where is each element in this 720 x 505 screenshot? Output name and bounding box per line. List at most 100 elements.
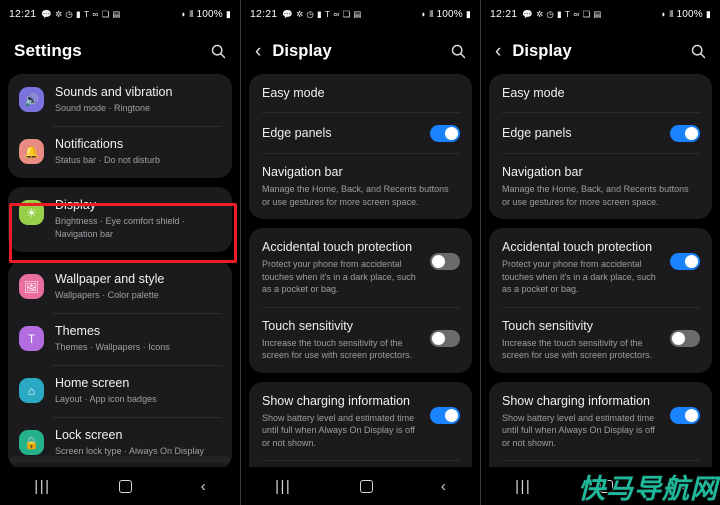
sidebar-item-sounds-and-vibration[interactable]: 🔊 Sounds and vibration Sound mode · Ring… — [8, 74, 232, 126]
gear-icon: ✲ — [296, 8, 304, 19]
toggle-show-charging-information[interactable] — [430, 406, 460, 424]
back-arrow-icon[interactable]: ‹ — [255, 42, 261, 61]
row-subtitle: Manage the Home, Back, and Recents butto… — [262, 184, 449, 207]
sidebar-item-themes[interactable]: T Themes Themes · Wallpapers · Icons — [8, 313, 232, 365]
home-icon: ⌂ — [19, 378, 44, 403]
row-easy-mode[interactable]: Easy mode — [249, 74, 472, 112]
image-icon: 🖼 — [19, 274, 44, 299]
row-easy-mode[interactable]: Easy mode — [489, 74, 712, 112]
row-title: Edge panels — [262, 125, 332, 140]
phone-screen-display-on: 12:21 💬 ✲ ◷ ▮ T ∞ ❏ ▤ ◗ ⦀ 100% ▮ ‹ Displ… — [480, 0, 720, 505]
back-button[interactable]: ‹ — [201, 479, 206, 494]
screenshot-root: 12:21 💬 ✲ ◷ ▮ T ∞ ❏ ▤ ◗ ⦀ 100% ▮ Setting… — [0, 0, 720, 505]
home-button[interactable] — [119, 479, 133, 493]
display-group-1: Easy mode Edge panels Navigation bar Man… — [489, 74, 712, 219]
row-title: Show charging information — [502, 393, 650, 408]
speaker-icon: 🔊 — [19, 87, 44, 112]
home-button[interactable] — [359, 479, 373, 493]
row-touch-sensitivity[interactable]: Touch sensitivity Increase the touch sen… — [249, 306, 472, 373]
row-screen-saver[interactable]: Screen saver — [249, 460, 472, 467]
wifi-icon: ◗ — [180, 9, 187, 19]
sidebar-item-display[interactable]: ☀ Display Brightness · Eye comfort shiel… — [8, 187, 232, 252]
bell-icon: 🔔 — [19, 139, 44, 164]
status-bar: 12:21 💬 ✲ ◷ ▮ T ∞ ❏ ▤ ◗ ⦀ 100% ▮ — [0, 0, 240, 28]
search-button[interactable] — [451, 44, 466, 59]
toggle-edge-panels[interactable] — [430, 125, 460, 142]
search-icon — [451, 44, 466, 58]
signal-icon: ⦀ — [429, 8, 434, 19]
status-bar-time: 12:21 — [250, 8, 278, 20]
theme-icon: T — [19, 326, 44, 351]
gear-icon: ✲ — [536, 8, 544, 19]
infinity-icon: ∞ — [573, 8, 580, 19]
bag-icon: ▮ — [317, 8, 322, 19]
battery-level: 100% — [676, 8, 703, 20]
search-button[interactable] — [691, 44, 706, 59]
scroll-handle[interactable] — [10, 456, 230, 463]
toggle-touch-sensitivity[interactable] — [670, 329, 700, 347]
phone-screen-settings: 12:21 💬 ✲ ◷ ▮ T ∞ ❏ ▤ ◗ ⦀ 100% ▮ Setting… — [0, 0, 240, 505]
settings-title-bar: Settings — [0, 28, 240, 74]
toggle-accidental-touch-protection[interactable] — [670, 253, 700, 270]
search-icon — [211, 44, 226, 58]
settings-group: 🖼 Wallpaper and style Wallpapers · Color… — [8, 261, 232, 467]
back-arrow-icon[interactable]: ‹ — [495, 42, 501, 61]
row-subtitle: Show battery level and estimated time un… — [502, 412, 655, 448]
status-bar: 12:21 💬 ✲ ◷ ▮ T ∞ ❏ ▤ ◗ ⦀ 100% ▮ — [241, 0, 480, 28]
copy-icon: ❏ — [101, 8, 110, 19]
row-show-charging-information[interactable]: Show charging information Show battery l… — [489, 382, 712, 461]
sidebar-item-home-screen[interactable]: ⌂ Home screen Layout · App icon badges — [8, 365, 232, 417]
row-accidental-touch-protection[interactable]: Accidental touch protection Protect your… — [249, 228, 472, 307]
back-button[interactable]: ‹ — [441, 479, 446, 494]
list-item-title: Home screen — [55, 376, 130, 390]
search-button[interactable] — [211, 44, 226, 59]
row-title: Easy mode — [262, 86, 325, 100]
list-item-title: Sounds and vibration — [55, 85, 173, 99]
row-show-charging-information[interactable]: Show charging information Show battery l… — [249, 382, 472, 461]
bag-icon: ▮ — [76, 8, 81, 19]
wifi-icon: ◗ — [660, 9, 667, 19]
row-navigation-bar[interactable]: Navigation bar Manage the Home, Back, an… — [489, 153, 712, 219]
row-touch-sensitivity[interactable]: Touch sensitivity Increase the touch sen… — [489, 306, 712, 373]
search-icon — [691, 44, 706, 58]
alarm-icon: ◷ — [306, 8, 315, 19]
status-bar-icons: 💬 ✲ ◷ ▮ T ∞ ❏ ▤ — [282, 10, 361, 19]
photo-icon: ▤ — [593, 8, 602, 19]
page-title: Display — [272, 41, 332, 60]
toggle-touch-sensitivity[interactable] — [430, 329, 460, 347]
page-title: Display — [512, 41, 572, 60]
row-subtitle: Increase the touch sensitivity of the sc… — [262, 337, 413, 361]
display-settings-list[interactable]: Easy mode Edge panels Navigation bar Man… — [481, 74, 720, 467]
recents-button[interactable]: ||| — [275, 479, 291, 494]
sidebar-item-wallpaper-and-style[interactable]: 🖼 Wallpaper and style Wallpapers · Color… — [8, 261, 232, 313]
status-bar-right: ◗ ⦀ 100% ▮ — [421, 9, 471, 20]
status-bar: 12:21 💬 ✲ ◷ ▮ T ∞ ❏ ▤ ◗ ⦀ 100% ▮ — [481, 0, 720, 28]
t-mobile-icon: T — [83, 8, 90, 19]
row-accidental-touch-protection[interactable]: Accidental touch protection Protect your… — [489, 228, 712, 307]
display-group-3: Show charging information Show battery l… — [489, 381, 712, 467]
recents-button[interactable]: ||| — [515, 479, 531, 494]
list-item-subtitle: Wallpapers · Color palette — [55, 290, 159, 300]
toggle-show-charging-information[interactable] — [670, 406, 700, 424]
message-icon: 💬 — [522, 8, 534, 19]
row-title: Accidental touch protection — [262, 240, 413, 254]
sidebar-item-notifications[interactable]: 🔔 Notifications Status bar · Do not dist… — [8, 126, 232, 178]
settings-group-display: ☀ Display Brightness · Eye comfort shiel… — [8, 187, 232, 252]
toggle-edge-panels[interactable] — [670, 125, 700, 142]
display-settings-list[interactable]: Easy mode Edge panels Navigation bar Man… — [241, 74, 480, 467]
system-navigation-bar: ||| ‹ — [241, 467, 480, 505]
phone-screen-display-off: 12:21 💬 ✲ ◷ ▮ T ∞ ❏ ▤ ◗ ⦀ 100% ▮ ‹ Displ… — [240, 0, 480, 505]
display-group-1: Easy mode Edge panels Navigation bar Man… — [249, 74, 472, 219]
settings-list[interactable]: 🔊 Sounds and vibration Sound mode · Ring… — [0, 74, 240, 467]
toggle-accidental-touch-protection[interactable] — [430, 253, 460, 270]
row-screen-saver[interactable]: Screen saver — [489, 460, 712, 467]
list-item-subtitle: Status bar · Do not disturb — [55, 155, 161, 165]
status-bar-time: 12:21 — [9, 8, 37, 20]
message-icon: 💬 — [41, 8, 53, 19]
row-edge-panels[interactable]: Edge panels — [249, 112, 472, 153]
row-edge-panels[interactable]: Edge panels — [489, 112, 712, 153]
bag-icon: ▮ — [557, 8, 562, 19]
list-item-subtitle: Themes · Wallpapers · Icons — [55, 342, 170, 352]
recents-button[interactable]: ||| — [34, 479, 50, 494]
row-navigation-bar[interactable]: Navigation bar Manage the Home, Back, an… — [249, 153, 472, 219]
